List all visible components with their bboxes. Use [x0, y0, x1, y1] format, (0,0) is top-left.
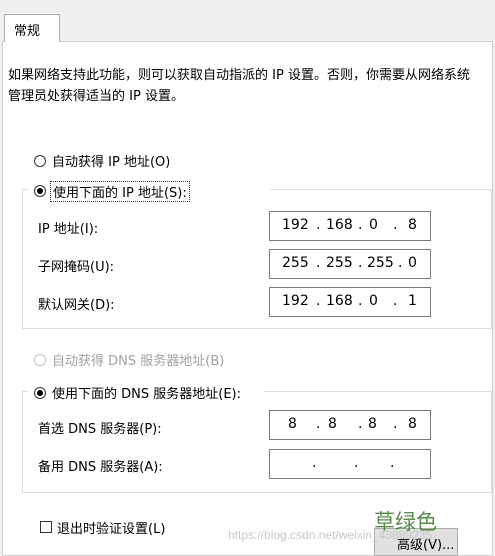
preferred-dns-octet-4: 8	[408, 416, 417, 432]
alternate-dns-dot-2: .	[354, 455, 359, 471]
tab-general[interactable]: 常规	[4, 14, 60, 42]
preferred-dns-octet-1: 8	[288, 416, 297, 432]
preferred-dns-dot-2: .	[358, 416, 363, 432]
alternate-dns-dot-3: .	[390, 455, 395, 471]
ip-address-dot-1: .	[316, 217, 321, 233]
auto-dns-label[interactable]: 自动获得 DNS 服务器地址(B)	[52, 350, 224, 369]
subnet-mask-octet-2: 255	[326, 255, 353, 271]
manual-ip-radio[interactable]	[34, 185, 46, 197]
ip-address-label: IP 地址(I):	[38, 222, 99, 237]
default-gateway-dot-3: .	[393, 293, 398, 309]
tab-general-label: 常规	[14, 24, 41, 39]
ip-address-octet-2: 168	[326, 217, 353, 233]
ip-address-octet-1: 192	[282, 217, 309, 233]
manual-dns-radio[interactable]	[34, 387, 46, 399]
preferred-dns-dot-3: .	[393, 416, 398, 432]
alternate-dns-input[interactable]: . . .	[269, 449, 431, 479]
watermark-brand: 草绿色	[374, 510, 437, 534]
auto-dns-radio[interactable]	[34, 354, 46, 366]
subnet-mask-dot-2: .	[358, 255, 363, 271]
ip-address-octet-3: 0	[369, 217, 378, 233]
subnet-mask-dot-3: .	[398, 255, 403, 271]
default-gateway-label: 默认网关(D):	[38, 298, 115, 313]
subnet-mask-dot-1: .	[316, 255, 321, 271]
default-gateway-octet-2: 168	[326, 293, 353, 309]
description-text: 如果网络支持此功能，则可以获取自动指派的 IP 设置。否则，你需要从网络系统管理…	[8, 68, 470, 104]
alternate-dns-dot-1: .	[312, 455, 317, 471]
ip-address-octet-4: 8	[408, 217, 417, 233]
subnet-mask-octet-3: 255	[367, 255, 394, 271]
subnet-mask-octet-4: 0	[408, 255, 417, 271]
validate-on-exit-label[interactable]: 退出时验证设置(L)	[57, 518, 165, 537]
manual-dns-label[interactable]: 使用下面的 DNS 服务器地址(E):	[52, 383, 241, 402]
auto-ip-label[interactable]: 自动获得 IP 地址(O)	[52, 151, 170, 170]
default-gateway-octet-4: 1	[408, 293, 417, 309]
validate-on-exit-checkbox[interactable]	[40, 521, 52, 533]
auto-ip-radio[interactable]	[34, 155, 46, 167]
alternate-dns-label: 备用 DNS 服务器(A):	[38, 460, 163, 475]
default-gateway-octet-3: 0	[369, 293, 378, 309]
preferred-dns-input[interactable]: 8 . 8 . 8 . 8	[269, 410, 431, 440]
default-gateway-input[interactable]: 192 . 168 . 0 . 1	[269, 287, 431, 317]
default-gateway-dot-2: .	[358, 293, 363, 309]
ip-address-dot-2: .	[358, 217, 363, 233]
ip-address-input[interactable]: 192 . 168 . 0 . 8	[269, 211, 431, 241]
preferred-dns-dot-1: .	[316, 416, 321, 432]
manual-ip-label[interactable]: 使用下面的 IP 地址(S):	[50, 181, 190, 202]
default-gateway-octet-1: 192	[282, 293, 309, 309]
preferred-dns-octet-2: 8	[328, 416, 337, 432]
subnet-mask-label: 子网掩码(U):	[38, 260, 115, 275]
default-gateway-dot-1: .	[316, 293, 321, 309]
preferred-dns-octet-3: 8	[368, 416, 377, 432]
subnet-mask-octet-1: 255	[282, 255, 309, 271]
subnet-mask-input[interactable]: 255 . 255 . 255 . 0	[269, 249, 431, 279]
preferred-dns-label: 首选 DNS 服务器(P):	[38, 422, 162, 437]
ip-address-dot-3: .	[393, 217, 398, 233]
